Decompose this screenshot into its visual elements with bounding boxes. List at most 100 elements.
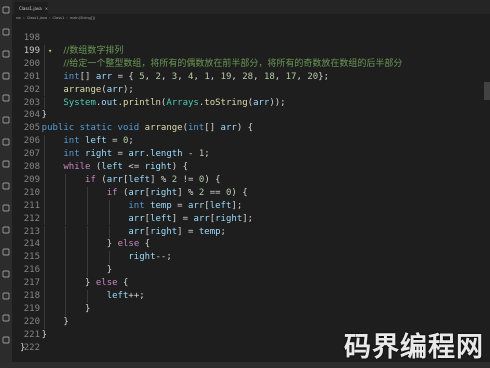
- code-token: else: [117, 239, 140, 250]
- line-number: 202: [23, 84, 40, 95]
- code-line[interactable]: 206 int left = 0;: [12, 135, 490, 148]
- vertical-scrollbar[interactable]: [484, 22, 490, 342]
- maven-icon[interactable]: [2, 182, 10, 190]
- code-line[interactable]: 218 left++;: [12, 290, 490, 303]
- code-token: ,: [274, 71, 286, 82]
- indent-guide: [43, 148, 45, 161]
- indent-guide: [65, 251, 67, 265]
- account-icon[interactable]: [2, 314, 10, 322]
- code-token: ] =: [177, 226, 199, 237]
- breadcrumb: src › Class1.java › Class1 › main(String[]): [12, 14, 490, 22]
- indent-guide: [43, 277, 45, 290]
- source-control-icon[interactable]: [2, 50, 10, 58]
- code-line[interactable]: 200 //给定一个整型数组，将所有的偶数放在前半部分，将所有的奇数放在数组的后半…: [12, 58, 490, 71]
- line-number: 200: [23, 58, 40, 69]
- indent-guide: [87, 251, 89, 265]
- line-number: 210: [23, 187, 40, 198]
- code-text: //数组数字排列: [63, 45, 123, 58]
- run-debug-icon[interactable]: [2, 72, 10, 80]
- code-token: right: [128, 252, 156, 263]
- code-line[interactable]: 211 int temp = arr[left];: [12, 200, 490, 213]
- code-line[interactable]: 215 right--;: [12, 251, 490, 264]
- code-text: }: [42, 329, 47, 342]
- code-line[interactable]: 199 ▾ //数组数字排列: [12, 45, 490, 58]
- breadcrumb-item[interactable]: Class1.java: [27, 16, 47, 20]
- code-line[interactable]: 207 int right = arr.length - 1;: [12, 148, 490, 161]
- indent-guide: [87, 212, 89, 226]
- database-icon[interactable]: [2, 204, 10, 212]
- scrollbar-thumb[interactable]: [484, 82, 490, 100]
- code-text: if (arr[left] % 2 != 0) {: [85, 174, 221, 187]
- close-icon[interactable]: ×: [45, 6, 48, 11]
- indent-guide: [65, 277, 67, 290]
- line-number: 204: [23, 110, 40, 121]
- code-text: int left = 0;: [63, 135, 133, 148]
- testing-icon[interactable]: [2, 138, 10, 146]
- bookmark-icon[interactable]: [2, 248, 10, 256]
- code-text: int[] arr = { 5, 2, 3, 4, 1, 19, 28, 18,…: [63, 71, 329, 84]
- code-token: }: [63, 316, 69, 327]
- terminal-icon[interactable]: [2, 226, 10, 234]
- code-text: }: [107, 264, 112, 277]
- code-token: Arrays: [166, 97, 199, 108]
- code-token: }: [41, 110, 48, 121]
- code-line[interactable]: 202 arrange(arr);: [12, 84, 490, 97]
- code-token: while: [63, 162, 91, 172]
- code-token: out: [101, 97, 118, 108]
- remote-icon[interactable]: [2, 270, 10, 278]
- search-icon[interactable]: [2, 28, 10, 36]
- code-line[interactable]: 216}: [12, 264, 490, 277]
- extensions-icon[interactable]: [2, 94, 10, 102]
- code-token: arr: [220, 123, 237, 134]
- code-editor[interactable]: 198 199 ▾ //数组数字排列 200 //给定一个整型数组，将所有的偶数放在前半部…: [12, 22, 490, 362]
- code-line[interactable]: 212 arr[left] = arr[right];: [12, 213, 490, 226]
- breadcrumb-item[interactable]: src: [16, 16, 21, 20]
- code-line[interactable]: 210 if (arr[right] % 2 == 0) {: [12, 187, 490, 200]
- indent-guide: [43, 70, 45, 84]
- code-token: left: [106, 291, 129, 301]
- code-text: int temp = arr[left];: [128, 200, 242, 213]
- code-token: right: [215, 213, 243, 224]
- code-token: );: [122, 84, 134, 95]
- code-token: = {: [112, 71, 140, 82]
- files-icon[interactable]: [2, 6, 10, 14]
- indent-guide: [43, 96, 45, 110]
- line-number: 214: [23, 239, 40, 250]
- outline-icon[interactable]: [2, 116, 10, 124]
- settings-icon[interactable]: [2, 336, 10, 344]
- code-token: ,: [209, 71, 221, 82]
- code-text: right--;: [128, 251, 171, 264]
- indent-guide: [108, 225, 110, 239]
- java-projects-icon[interactable]: [2, 160, 10, 168]
- breadcrumb-item[interactable]: Class1: [53, 16, 65, 20]
- indent-guide: [65, 186, 67, 200]
- code-token: public: [41, 123, 75, 134]
- tab-class1-java[interactable]: Class1.java ×: [14, 2, 48, 14]
- line-number: 205: [23, 123, 40, 134]
- code-token: --;: [155, 252, 172, 263]
- code-line[interactable]: 204}: [12, 109, 490, 122]
- code-line[interactable]: 214} else {: [12, 238, 490, 251]
- code-token: []: [79, 71, 96, 82]
- code-line[interactable]: 205 public static void arrange(int[] arr)…: [12, 122, 490, 135]
- code-line[interactable]: 219}: [12, 303, 490, 316]
- indent-guide: [87, 225, 89, 239]
- code-token: toString: [204, 97, 248, 108]
- docker-icon[interactable]: [2, 292, 10, 300]
- indent-guide: [43, 199, 45, 213]
- indent-guide: [43, 83, 45, 97]
- breadcrumb-item[interactable]: main(String[]): [70, 16, 95, 20]
- code-line[interactable]: 198: [12, 32, 490, 45]
- tab-label: Class1.java: [19, 5, 42, 11]
- code-line[interactable]: 203 System.out.println(Arrays.toString(ar…: [12, 97, 490, 110]
- code-line[interactable]: 208 while (left <= right) {: [12, 161, 490, 174]
- code-text: while (left <= right) {: [63, 161, 188, 174]
- code-line[interactable]: 201 int[] arr = { 5, 2, 3, 4, 1, 19, 28, …: [12, 71, 490, 84]
- code-token: //给定一个整型数组，将所有的偶数放在前半部分，将所有的奇数放在数组的后半部分: [63, 58, 403, 69]
- code-line[interactable]: 217} else {: [12, 277, 490, 290]
- code-line[interactable]: 213 arr[right] = temp;: [12, 226, 490, 239]
- lightbulb-icon[interactable]: ▾: [48, 47, 53, 54]
- code-text: //给定一个整型数组，将所有的偶数放在前半部分，将所有的奇数放在数组的后半部分: [63, 58, 402, 71]
- code-token: }: [20, 342, 26, 353]
- code-line[interactable]: 209 if (arr[left] % 2 != 0) {: [12, 174, 490, 187]
